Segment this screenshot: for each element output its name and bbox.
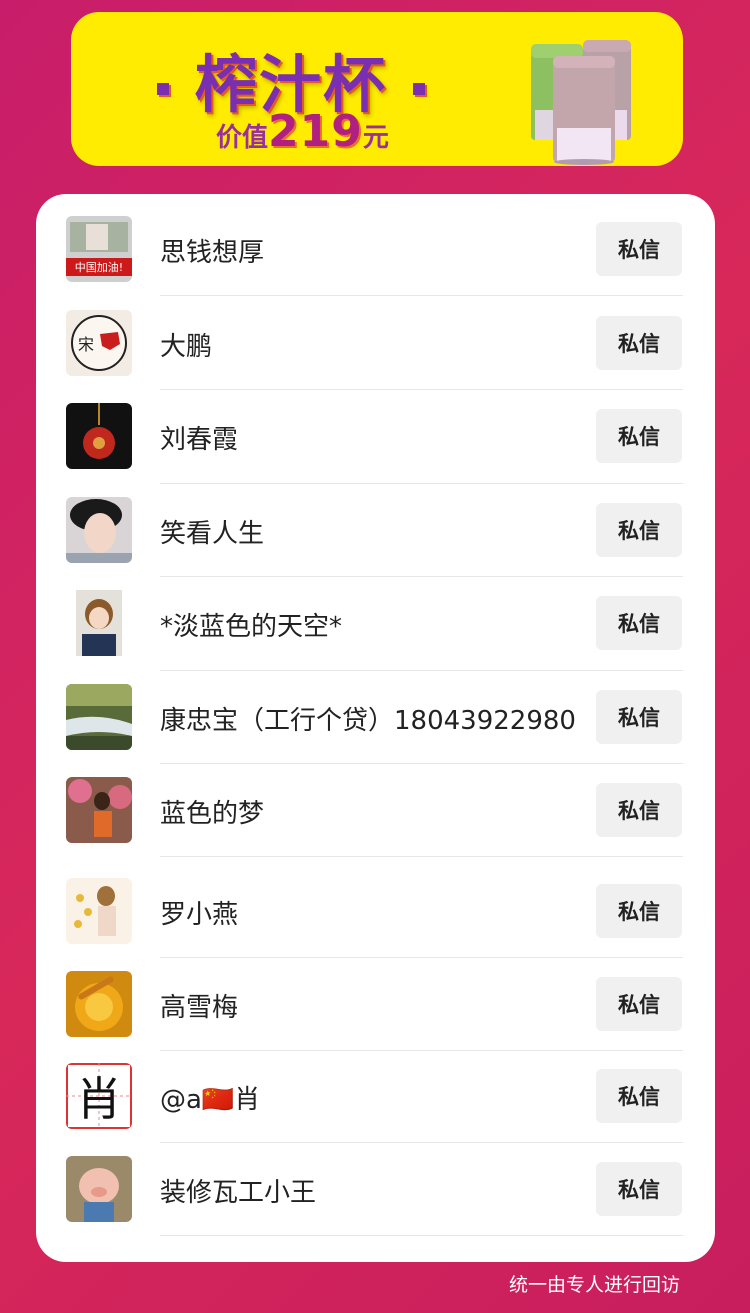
private-message-button[interactable]: 私信 <box>596 409 682 463</box>
private-message-button[interactable]: 私信 <box>596 783 682 837</box>
avatar <box>66 777 132 843</box>
avatar <box>66 971 132 1037</box>
divider <box>160 1050 683 1051</box>
contact-name: 装修瓦工小王 <box>160 1178 317 1208</box>
private-message-button[interactable]: 私信 <box>596 222 682 276</box>
svg-text:中国加油!: 中国加油! <box>75 260 123 274</box>
private-message-button[interactable]: 私信 <box>596 316 682 370</box>
footer-note: 统一由专人进行回访 <box>508 1274 680 1296</box>
avatar: 肖 <box>66 1063 132 1129</box>
divider <box>160 483 683 484</box>
private-message-button[interactable]: 私信 <box>596 503 682 557</box>
contact-name: 大鹏 <box>160 332 213 362</box>
avatar: 中国加油! <box>66 216 132 282</box>
private-message-button[interactable]: 私信 <box>596 977 682 1031</box>
price-value: 219 <box>268 106 363 157</box>
contact-list-card: 中国加油! 思钱想厚 私信 宋 大鹏 私信 刘春霞 私信 笑看人生 私信 *淡蓝… <box>36 194 715 1262</box>
contact-name: *淡蓝色的天空* <box>160 612 343 642</box>
private-message-button[interactable]: 私信 <box>596 1162 682 1216</box>
divider <box>160 763 683 764</box>
contact-name: 高雪梅 <box>160 993 239 1023</box>
divider <box>160 576 683 577</box>
contact-name: 蓝色的梦 <box>160 799 265 829</box>
private-message-button[interactable]: 私信 <box>596 884 682 938</box>
price-suffix: 元 <box>362 123 389 153</box>
private-message-button[interactable]: 私信 <box>596 596 682 650</box>
juicer-cups-image <box>531 40 631 165</box>
avatar <box>66 684 132 750</box>
contact-name: 康忠宝（工行个贷）18043922980 <box>160 706 576 736</box>
divider <box>160 295 683 296</box>
contact-name: 思钱想厚 <box>160 238 265 268</box>
price-prefix: 价值 <box>216 123 269 153</box>
contact-name: 刘春霞 <box>160 425 239 455</box>
divider <box>160 856 683 857</box>
avatar <box>66 1156 132 1222</box>
avatar <box>66 497 132 563</box>
dot-icon <box>413 82 425 95</box>
private-message-button[interactable]: 私信 <box>596 1069 682 1123</box>
avatar: 宋 <box>66 310 132 376</box>
svg-text:肖: 肖 <box>76 1072 122 1126</box>
dot-icon <box>156 82 169 95</box>
divider <box>160 957 683 958</box>
contact-name: @a🇨🇳肖 <box>160 1085 261 1115</box>
banner-price: 价值219元 <box>216 106 389 157</box>
divider <box>160 1142 683 1143</box>
divider <box>160 1235 683 1236</box>
divider <box>160 670 683 671</box>
avatar <box>66 590 132 656</box>
contact-name: 罗小燕 <box>160 900 239 930</box>
contact-name: 笑看人生 <box>160 519 265 549</box>
promo-banner[interactable]: 榨汁杯 价值219元 <box>71 12 683 166</box>
avatar <box>66 878 132 944</box>
private-message-button[interactable]: 私信 <box>596 690 682 744</box>
avatar <box>66 403 132 469</box>
svg-text:宋: 宋 <box>78 335 94 354</box>
divider <box>160 389 683 390</box>
